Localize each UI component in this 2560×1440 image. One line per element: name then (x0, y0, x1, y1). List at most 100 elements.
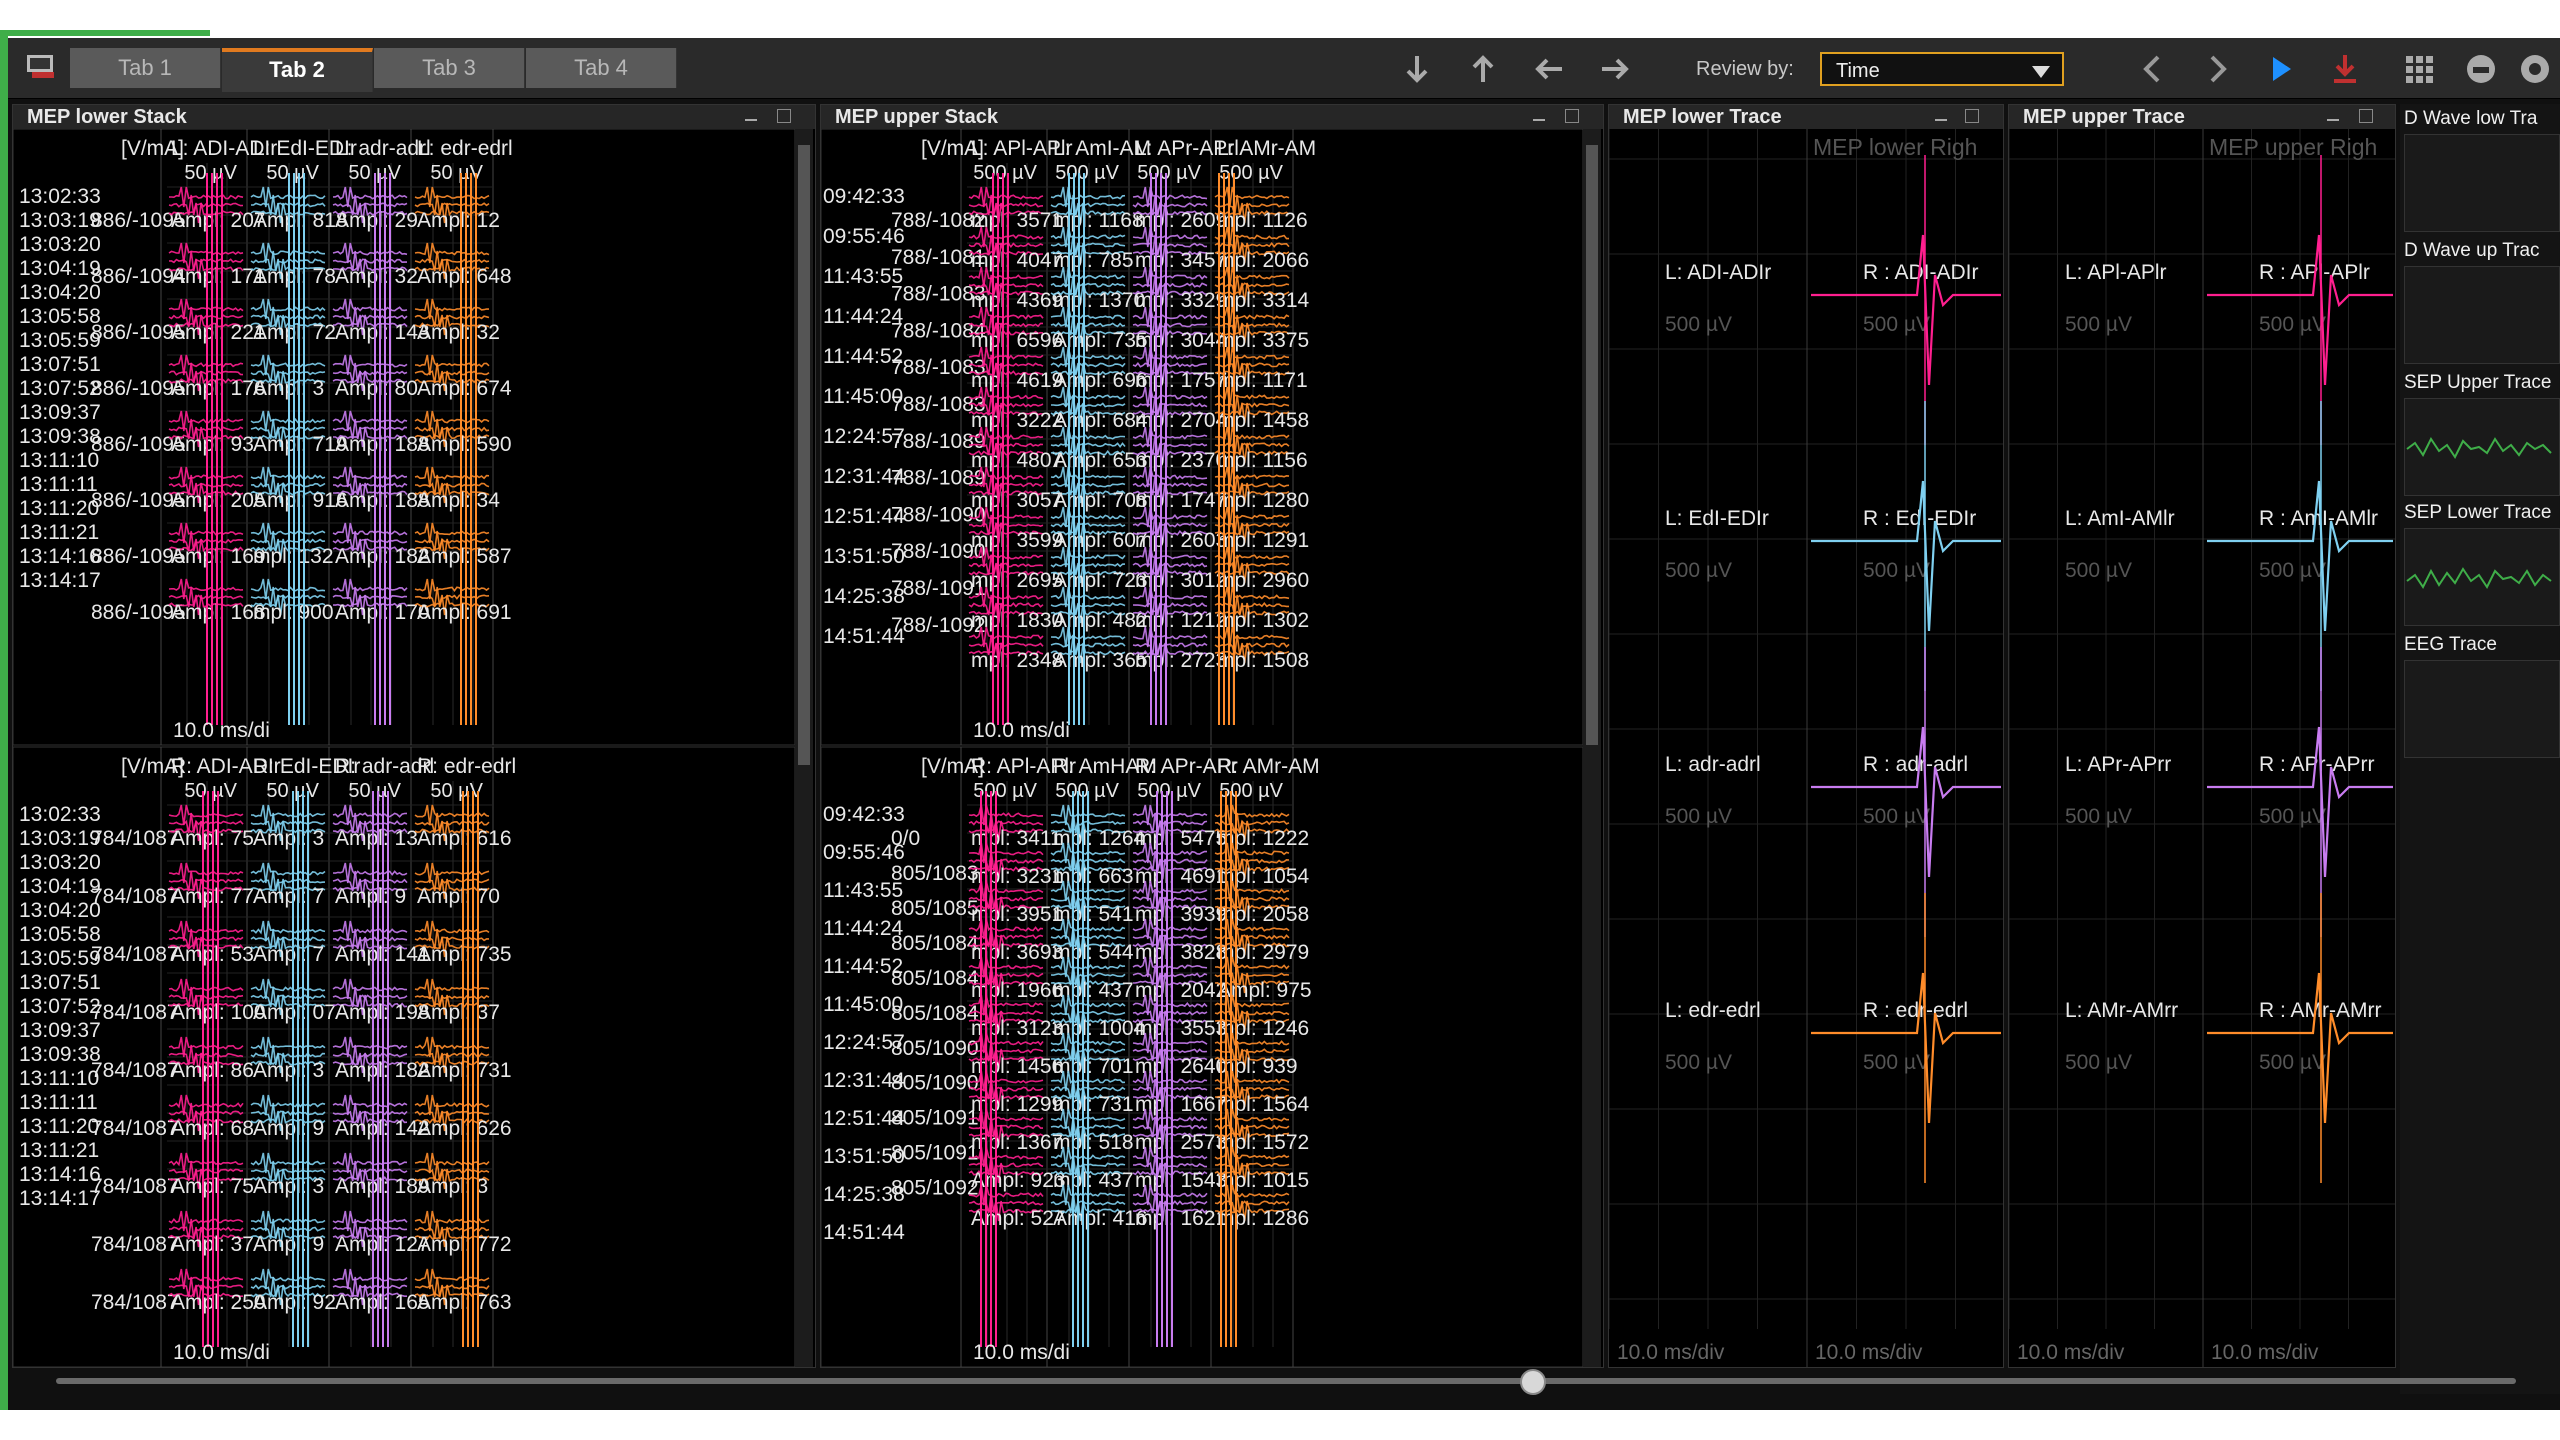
upper-stack-top-amplitude-label: mpl: 1508 (1217, 649, 1309, 672)
lower-stack-top-timebase: 10.0 ms/di (173, 719, 270, 742)
upper-stack-bottom-amplitude-label: mpl: 1456 (971, 1055, 1063, 1078)
panel-title: MEP upper Trace (2023, 106, 2185, 128)
maximize-icon[interactable] (1965, 109, 1979, 123)
upper-stack-bottom-amplitude-label: mpl: 3939 (1135, 903, 1227, 926)
lower-stack-top-timestamp: 13:05:59 (19, 329, 101, 352)
lower-stack-top-timestamp: 13:11:10 (19, 449, 99, 472)
upper-stack-top-amplitude-label: mpl: 3375 (1217, 329, 1309, 352)
view-thumbnails: D Wave low Tra D Wave up Trac SEP Upper … (2400, 104, 2560, 1394)
upper-trace-left-scale: 500 µV (2065, 1051, 2132, 1074)
lower-stack-bottom-amplitude-label: Ampl: 9 (253, 1233, 324, 1256)
lower-trace-left-channel: L: adr-adrl (1665, 753, 1761, 776)
download-icon[interactable] (2328, 52, 2362, 86)
lower-stack-top-amplitude-label: Ampl: 691 (417, 601, 512, 624)
lower-stack-top-timestamp: 13:14:17 (19, 569, 101, 592)
timeline-slider-knob[interactable] (1520, 1369, 1546, 1395)
timeline-slider-track[interactable] (56, 1378, 2516, 1384)
thumb-sep-lower[interactable]: SEP Lower Trace (2404, 502, 2560, 626)
lower-stack-bottom-amplitude-label: Ampl: 9 (253, 1117, 324, 1140)
upper-stack-top-amplitude-label: mpl: 1280 (1217, 489, 1309, 512)
print-icon[interactable] (2464, 52, 2498, 86)
upper-trace-left-channel: L: AMr-AMrr (2065, 999, 2178, 1022)
minimize-icon[interactable] (2327, 119, 2339, 121)
upper-stack-top-amplitude-label: mpl: 2960 (1217, 569, 1309, 592)
thumb-label: D Wave up Trac (2404, 240, 2540, 261)
upper-trace-timebase-left: 10.0 ms/div (2017, 1341, 2125, 1364)
review-by-label: Review by: (1696, 58, 1794, 80)
upper-stack-top-amplitude-label: mpl: 4619 (971, 369, 1063, 392)
upper-stack-bottom-amplitude-label: mpl: 2640 (1135, 1055, 1227, 1078)
upper-trace-left-scale: 500 µV (2065, 313, 2132, 336)
review-by-select[interactable]: Time (1820, 52, 2064, 86)
maximize-icon[interactable] (777, 109, 791, 123)
upper-stack-top-amplitude-label: mpl: 3329 (1135, 289, 1227, 312)
thumb-d-wave-low[interactable]: D Wave low Tra (2404, 108, 2560, 232)
upper-stack-bottom-timestamp: 09:42:33 (823, 803, 905, 826)
lower-stack-bottom-timestamp: 13:11:21 (19, 1139, 99, 1162)
lower-stack-top-timestamp: 13:03:19 (19, 209, 101, 232)
tab-2[interactable]: Tab 2 (222, 48, 373, 92)
lower-stack-top-timestamp: 13:09:38 (19, 425, 101, 448)
tab-4[interactable]: Tab 4 (526, 48, 677, 88)
lower-stack-bottom-timestamp: 13:09:37 (19, 1019, 101, 1042)
lower-stack-bottom-timestamp: 13:04:20 (19, 899, 101, 922)
upper-stack-top-amplitude-label: mpl: 3222 (971, 409, 1063, 432)
lower-stack-bottom-timestamp: 13:14:16 (19, 1163, 101, 1186)
thumb-sep-upper[interactable]: SEP Upper Trace (2404, 372, 2560, 496)
upper-stack-top-amplitude-label: mpl: 2603 (1135, 529, 1227, 552)
arrow-left-icon[interactable] (1532, 52, 1566, 86)
lower-stack-bottom-timestamp: 13:02:33 (19, 803, 101, 826)
upper-stack-top-amplitude-label: mpl: 2695 (971, 569, 1063, 592)
upper-stack-top-timestamp: 09:42:33 (823, 185, 905, 208)
maximize-icon[interactable] (2359, 109, 2373, 123)
arrow-right-icon[interactable] (1598, 52, 1632, 86)
lower-stack-bottom-amplitude-label: Ampl: 772 (417, 1233, 512, 1256)
app-window: Tab 1 Tab 2 Tab 3 Tab 4 Review by: Time … (8, 38, 2560, 1410)
lower-stack-top-timestamp: 13:02:33 (19, 185, 101, 208)
lower-stack-top-amplitude-label: Ampl: 80 (335, 377, 418, 400)
lower-stack-top-channel-label: L: edr-edrl (417, 137, 513, 160)
upper-stack-top-amplitude-label: mpl: 1830 (971, 609, 1063, 632)
lower-stack-bottom-stim-value: 784/1087 (91, 1233, 179, 1256)
chevron-right-icon[interactable] (2200, 52, 2234, 86)
lower-stack-bottom-stim-value: 784/1087 (91, 1059, 179, 1082)
mep-upper-trace-header: MEP upper Trace (2009, 105, 2395, 129)
tab-3[interactable]: Tab 3 (374, 48, 525, 88)
lower-trace-left-channel: L: EdI-EDIr (1665, 507, 1769, 530)
lower-stack-bottom-timestamp: 13:11:10 (19, 1067, 99, 1090)
lower-stack-bottom-timestamp: 13:09:38 (19, 1043, 101, 1066)
minimize-icon[interactable] (1935, 119, 1947, 121)
panel-title: MEP lower Stack (27, 106, 187, 128)
arrow-down-icon[interactable] (1400, 52, 1434, 86)
upper-stack-bottom-scale-label: 500 µV (973, 780, 1037, 802)
lower-stack-bottom-amplitude-label: Ampl: 626 (417, 1117, 512, 1140)
grid-icon[interactable] (2402, 52, 2436, 86)
thumb-eeg[interactable]: EEG Trace (2404, 634, 2560, 758)
upper-stack-bottom-stim-value: 805/1084 (891, 1002, 979, 1025)
lower-stack-top-timestamp: 13:07:52 (19, 377, 101, 400)
arrow-up-icon[interactable] (1466, 52, 1500, 86)
upper-trace-left-scale: 500 µV (2065, 559, 2132, 582)
lower-stack-top-amplitude-label: Ampl: 32 (417, 321, 500, 344)
chevron-left-icon[interactable] (2136, 52, 2170, 86)
upper-stack-bottom-amplitude-label: mpl: 1966 (971, 979, 1063, 1002)
play-icon[interactable] (2264, 52, 2298, 86)
panel-title: MEP lower Trace (1623, 106, 1782, 128)
upper-stack-bottom-scale-label: 500 µV (1137, 780, 1201, 802)
thumb-d-wave-up[interactable]: D Wave up Trac (2404, 240, 2560, 364)
mep-lower-trace-plot: MEP lower RighL: ADI-ADIr R : ADI-ADIr500… (1609, 129, 2003, 1367)
thumb-label: EEG Trace (2404, 634, 2497, 655)
app-logo-icon[interactable] (24, 52, 60, 82)
upper-stack-top-amplitude-label: mpl: 3057 (971, 489, 1063, 512)
settings-icon[interactable] (2518, 52, 2552, 86)
lower-stack-top-amplitude-label: Ampl: 674 (417, 377, 512, 400)
upper-stack-bottom-stim-value: 805/1090 (891, 1037, 979, 1060)
minimize-icon[interactable] (745, 119, 757, 121)
tab-1[interactable]: Tab 1 (70, 48, 221, 88)
minimize-icon[interactable] (1533, 119, 1545, 121)
lower-stack-scrollbar[interactable] (795, 129, 813, 1367)
maximize-icon[interactable] (1565, 109, 1579, 123)
upper-stack-scrollbar[interactable] (1583, 129, 1601, 1367)
lower-stack-bottom-amplitude-label: Ampl: 92 (253, 1291, 336, 1314)
lower-stack-top-timestamp: 13:04:19 (19, 257, 101, 280)
